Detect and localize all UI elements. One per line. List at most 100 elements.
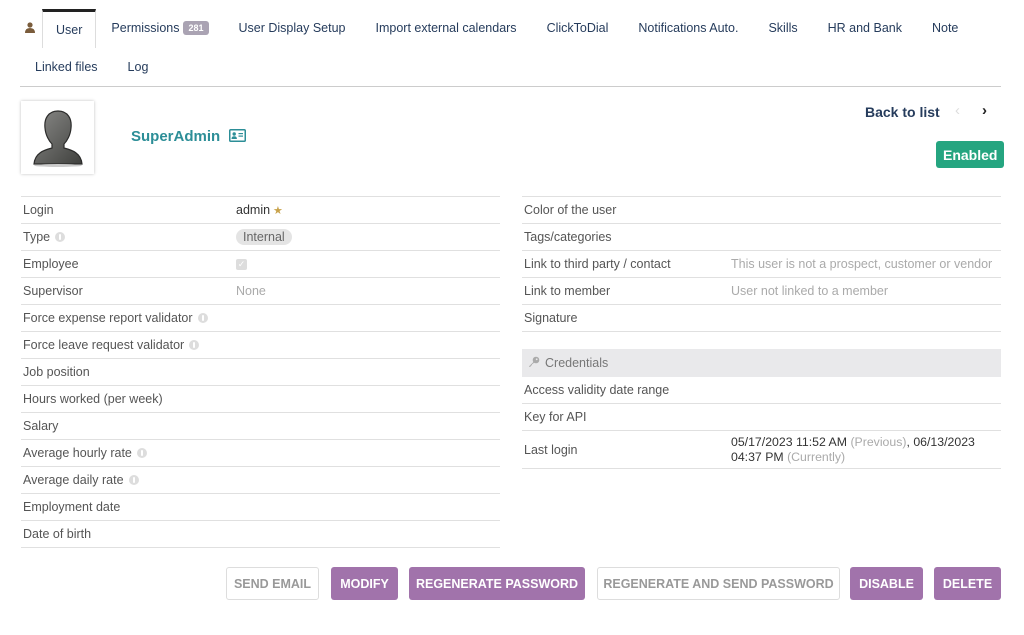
star-icon: ★ [273, 204, 283, 217]
field-row-last-login: Last login 05/17/2023 11:52 AM (Previous… [522, 431, 1001, 469]
left-field-table: Login admin ★ Type Internal Employee ✓ Su… [21, 196, 500, 548]
field-row-link-member: Link to member User not linked to a memb… [522, 278, 1001, 305]
next-record-chevron-icon[interactable]: › [982, 102, 987, 119]
tab-label: Import external calendars [375, 20, 517, 35]
tab-label: Permissions [111, 20, 180, 35]
field-row-login: Login admin ★ [21, 197, 500, 224]
type-pill: Internal [236, 229, 292, 245]
field-row-job-position: Job position [21, 359, 500, 386]
tab-row-1: User Permissions 281 User Display Setup I… [20, 8, 1001, 48]
field-label-text: Average hourly rate [23, 446, 132, 460]
tab-linked-files[interactable]: Linked files [20, 47, 113, 87]
field-value-type: Internal [236, 229, 500, 245]
field-row-access-validity: Access validity date range [522, 377, 1001, 404]
field-label: Average hourly rate [21, 446, 236, 460]
field-row-employee: Employee ✓ [21, 251, 500, 278]
tab-label: HR and Bank [827, 20, 902, 35]
tab-notifications-auto[interactable]: Notifications Auto. [623, 8, 753, 47]
disable-button[interactable]: Disable [850, 567, 923, 600]
field-label: Salary [23, 419, 59, 433]
tab-row-2: Linked files Log [20, 47, 1001, 87]
modify-button[interactable]: Modify [331, 567, 398, 600]
current-login-time: 04:37 PM [731, 449, 784, 464]
user-name: SuperAdmin [131, 128, 221, 145]
field-value-supervisor: None [236, 284, 266, 298]
tab-user-display-setup[interactable]: User Display Setup [224, 8, 361, 47]
field-label: Hours worked (per week) [23, 392, 163, 406]
field-label: Date of birth [23, 527, 92, 541]
field-row-key-for-api: Key for API [522, 404, 1001, 431]
info-icon[interactable] [136, 448, 147, 458]
info-icon[interactable] [128, 475, 139, 485]
regenerate-and-send-password-button[interactable]: Regenerate and send password [597, 567, 840, 600]
previous-login-tag: (Previous) [850, 434, 907, 449]
field-label: Employee [23, 257, 79, 271]
field-row-type: Type Internal [21, 224, 500, 251]
send-email-button[interactable]: Send email [226, 567, 319, 600]
avatar-silhouette-icon [32, 109, 83, 167]
tab-skills[interactable]: Skills [753, 8, 812, 47]
field-label: Type [21, 230, 236, 244]
field-row-average-daily-rate: Average daily rate [21, 467, 500, 494]
separator: , [906, 434, 910, 449]
field-label-text: Force expense report validator [23, 311, 193, 325]
tab-label: Linked files [35, 60, 98, 74]
tab-hr-and-bank[interactable]: HR and Bank [813, 8, 917, 47]
vcard-icon[interactable] [229, 129, 246, 145]
delete-button[interactable]: Delete [934, 567, 1001, 600]
permissions-count-badge: 281 [183, 20, 209, 35]
current-login-date: 06/13/2023 [913, 434, 975, 449]
previous-record-chevron-icon: ‹ [955, 102, 960, 119]
credentials-header: Credentials [522, 349, 1001, 377]
field-label: Signature [524, 311, 578, 325]
tab-label: Note [931, 20, 959, 35]
tab-label: Skills [768, 20, 798, 35]
tab-user[interactable]: User [42, 9, 97, 48]
info-icon[interactable] [189, 340, 200, 350]
avatar[interactable] [21, 101, 94, 174]
field-label: Link to member [524, 284, 611, 298]
tab-note[interactable]: Note [917, 8, 973, 47]
field-row-salary: Salary [21, 413, 500, 440]
field-row-color-of-user: Color of the user [522, 197, 1001, 224]
right-field-table: Color of the user Tags/categories Link t… [522, 196, 1001, 332]
field-row-link-third-party: Link to third party / contact This user … [522, 251, 1001, 278]
field-row-average-hourly-rate: Average hourly rate [21, 440, 500, 467]
field-label: Key for API [524, 410, 587, 424]
field-label: Tags/categories [524, 230, 612, 244]
field-row-hours-worked: Hours worked (per week) [21, 386, 500, 413]
back-to-list-link[interactable]: Back to list [865, 104, 940, 120]
tab-label: User Display Setup [238, 20, 346, 35]
field-value: User not linked to a member [731, 284, 889, 298]
field-value-login: admin ★ [236, 203, 500, 217]
previous-login-date: 05/17/2023 11:52 AM [731, 434, 848, 449]
info-icon[interactable] [197, 313, 208, 323]
field-value-employee: ✓ [236, 258, 500, 270]
field-row-signature: Signature [522, 305, 1001, 332]
field-label: Force leave request validator [21, 338, 236, 352]
tab-label: ClickToDial [546, 20, 609, 35]
credentials-section: Credentials Access validity date range K… [522, 349, 1001, 469]
employee-checkbox: ✓ [236, 258, 247, 270]
field-label: Job position [23, 365, 90, 379]
field-row-supervisor: Supervisor None [21, 278, 500, 305]
field-row-tags-categories: Tags/categories [522, 224, 1001, 251]
field-row-force-expense-report-validator: Force expense report validator [21, 305, 500, 332]
tab-bar: User Permissions 281 User Display Setup I… [20, 8, 1001, 87]
field-label: Employment date [23, 500, 121, 514]
field-row-date-of-birth: Date of birth [21, 521, 500, 548]
field-label-text: Average daily rate [23, 473, 124, 487]
field-row-employment-date: Employment date [21, 494, 500, 521]
last-login-value: 05/17/2023 11:52 AM (Previous), 06/13/20… [731, 435, 1001, 465]
field-label-text: Force leave request validator [23, 338, 185, 352]
field-label-text: Type [23, 230, 51, 244]
regenerate-password-button[interactable]: Regenerate password [409, 567, 585, 600]
field-label: Link to third party / contact [524, 257, 671, 271]
tab-permissions[interactable]: Permissions 281 [96, 8, 223, 47]
info-icon[interactable] [55, 232, 66, 242]
field-label: Average daily rate [21, 473, 236, 487]
tab-import-external-calendars[interactable]: Import external calendars [361, 8, 532, 47]
tab-clicktodial[interactable]: ClickToDial [532, 8, 624, 47]
tab-log[interactable]: Log [113, 47, 164, 87]
tab-label: User [56, 23, 83, 37]
